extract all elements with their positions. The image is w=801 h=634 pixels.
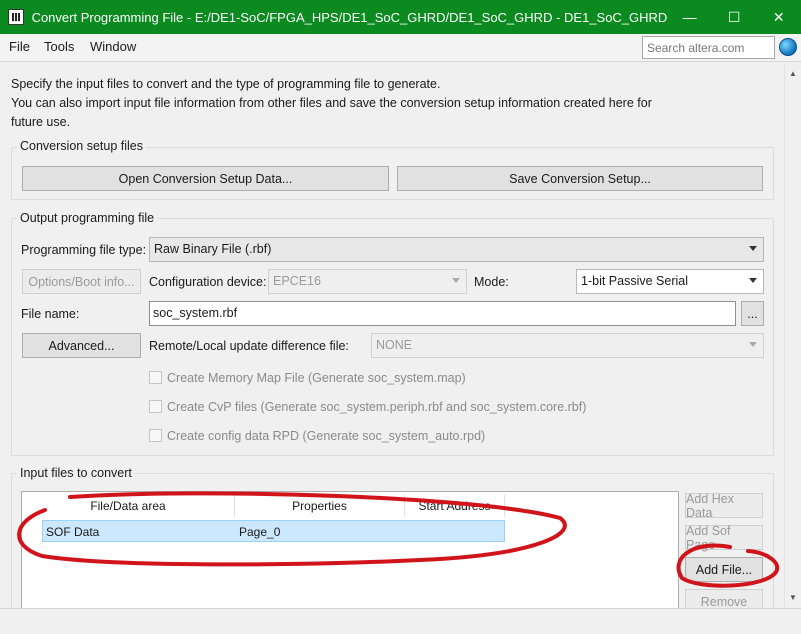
- add-hex-data-button[interactable]: Add Hex Data: [685, 492, 763, 520]
- save-conversion-setup-button[interactable]: Save Conversion Setup...: [397, 166, 763, 191]
- file-type-label: Programming file type:: [21, 243, 147, 257]
- chevron-down-icon: [749, 342, 757, 347]
- row-file-area: SOF Data: [46, 525, 100, 539]
- intro-line-1: Specify the input files to convert and t…: [11, 77, 441, 91]
- remote-update-label: Remote/Local update difference file:: [149, 339, 349, 353]
- vertical-scrollbar[interactable]: ▲ ▼: [784, 63, 801, 608]
- file-type-value: Raw Binary File (.rbf): [154, 242, 272, 256]
- column-header-file-area[interactable]: File/Data area: [22, 495, 235, 517]
- intro-line-2: You can also import input file informati…: [11, 96, 652, 110]
- memory-map-label: Create Memory Map File (Generate soc_sys…: [167, 371, 466, 385]
- minimize-button[interactable]: —: [667, 0, 712, 34]
- cvp-files-label: Create CvP files (Generate soc_system.pe…: [167, 400, 587, 414]
- config-device-label: Configuration device:: [149, 275, 267, 289]
- options-boot-info-button[interactable]: Options/Boot info...: [22, 269, 141, 294]
- menu-file[interactable]: File: [9, 39, 30, 54]
- intro-text: Specify the input files to convert and t…: [11, 75, 661, 132]
- intro-line-3: future use.: [11, 115, 71, 129]
- programming-file-type-select[interactable]: Raw Binary File (.rbf): [149, 237, 764, 262]
- advanced-button[interactable]: Advanced...: [22, 333, 141, 358]
- mode-select[interactable]: 1-bit Passive Serial: [576, 269, 764, 294]
- open-conversion-setup-button[interactable]: Open Conversion Setup Data...: [22, 166, 389, 191]
- chevron-down-icon: [749, 246, 757, 251]
- remote-update-value: NONE: [376, 338, 413, 352]
- scroll-down-icon[interactable]: ▼: [789, 593, 797, 602]
- add-file-button[interactable]: Add File...: [685, 557, 763, 582]
- browse-button[interactable]: ...: [741, 301, 764, 326]
- table-row[interactable]: SOF Data Page_0: [42, 520, 505, 542]
- menu-window[interactable]: Window: [90, 39, 136, 54]
- config-rpd-checkbox[interactable]: [149, 429, 162, 442]
- row-properties: Page_0: [239, 525, 281, 539]
- file-name-input[interactable]: soc_system.rbf: [149, 301, 736, 326]
- maximize-button[interactable]: ☐: [712, 0, 757, 34]
- add-sof-page-button[interactable]: Add Sof Page: [685, 524, 763, 552]
- title-bar: Convert Programming File - E:/DE1-SoC/FP…: [0, 0, 801, 34]
- globe-icon[interactable]: [779, 38, 797, 56]
- main-content: Specify the input files to convert and t…: [0, 63, 784, 608]
- mode-label: Mode:: [474, 275, 509, 289]
- status-bar: [0, 608, 801, 634]
- configuration-device-select[interactable]: EPCE16: [268, 269, 467, 294]
- column-header-properties[interactable]: Properties: [235, 495, 405, 517]
- cvp-files-checkbox[interactable]: [149, 400, 162, 413]
- scroll-up-icon[interactable]: ▲: [789, 69, 797, 78]
- chevron-down-icon: [749, 278, 757, 283]
- memory-map-checkbox[interactable]: [149, 371, 162, 384]
- config-device-value: EPCE16: [273, 274, 321, 288]
- output-programming-title: Output programming file: [17, 211, 158, 225]
- chevron-down-icon: [452, 278, 460, 283]
- remove-button[interactable]: Remove: [685, 589, 763, 608]
- conversion-setup-title: Conversion setup files: [17, 139, 146, 153]
- close-button[interactable]: ✕: [756, 0, 801, 34]
- column-header-start-address[interactable]: Start Address: [405, 495, 505, 517]
- config-rpd-label: Create config data RPD (Generate soc_sys…: [167, 429, 486, 443]
- input-files-title: Input files to convert: [17, 466, 135, 480]
- search-input[interactable]: Search altera.com: [642, 36, 775, 59]
- programmer-icon: [8, 9, 24, 25]
- window-title: Convert Programming File - E:/DE1-SoC/FP…: [31, 9, 668, 25]
- input-files-table[interactable]: File/Data area Properties Start Address …: [21, 491, 679, 608]
- menu-tools[interactable]: Tools: [44, 39, 74, 54]
- file-name-label: File name:: [21, 307, 80, 321]
- mode-value: 1-bit Passive Serial: [581, 274, 688, 288]
- remote-update-file-select[interactable]: NONE: [371, 333, 764, 358]
